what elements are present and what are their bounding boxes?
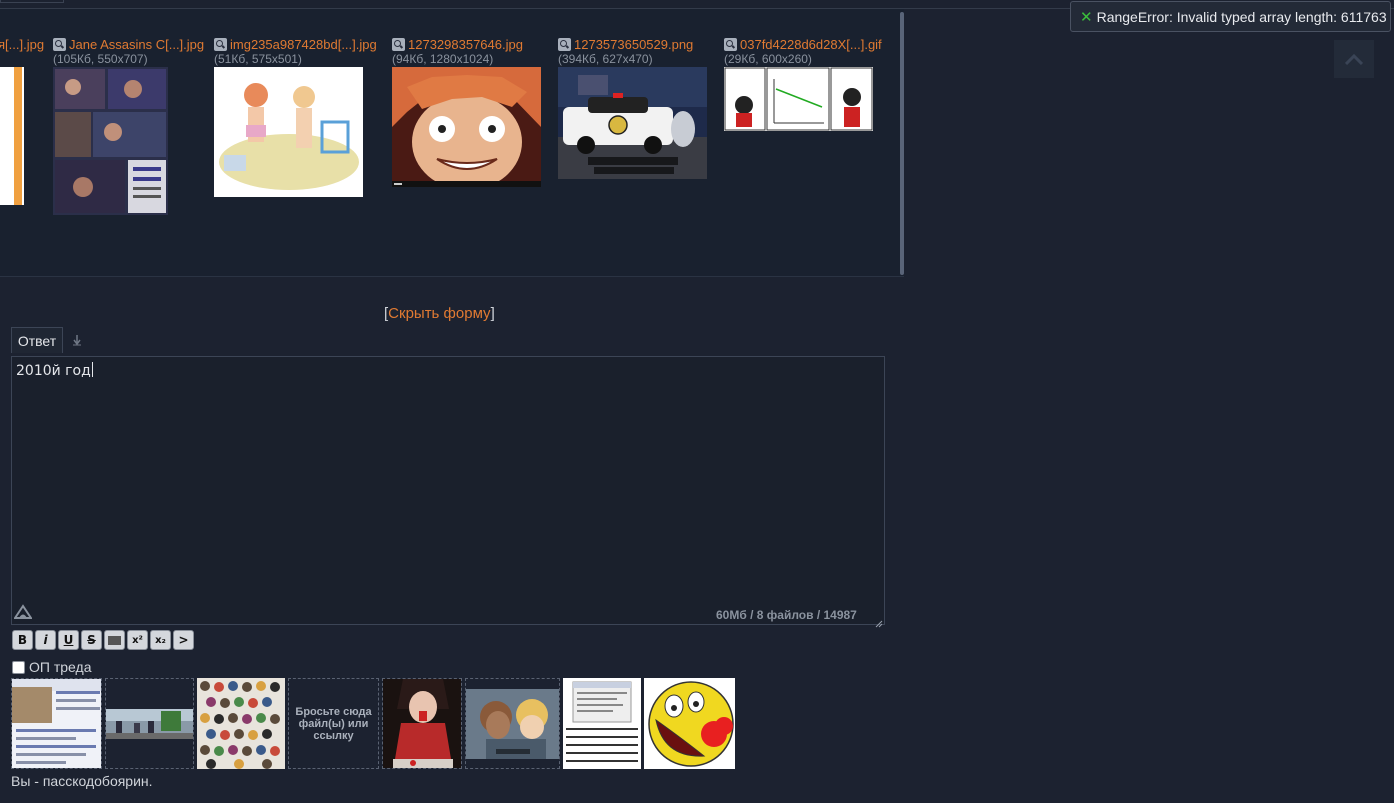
format-toolbar: B i U S x² x₂ > [12, 630, 194, 650]
drop-zone-text: Бросьте сюда файл(ы) или ссылку [295, 705, 372, 742]
underline-button[interactable]: U [58, 630, 79, 650]
upload-slot[interactable] [105, 678, 194, 769]
file-meta: (105Кб, 550x707) [53, 52, 148, 66]
anime-characters-thumbnail [466, 679, 559, 768]
upload-counter: 60Мб / 8 файлов / 14987 [716, 608, 857, 622]
file-item: img235a987428bd[...].jpg (51Кб, 575x501) [214, 36, 377, 197]
text-caret [91, 362, 93, 377]
upload-slot[interactable] [644, 678, 735, 769]
file-meta: (94Кб, 1280x1024) [392, 52, 494, 66]
police-car-cartoon-image [558, 67, 707, 179]
file-link[interactable]: 1273573650529.png [574, 37, 693, 52]
scroll-to-top-button[interactable] [1334, 40, 1374, 78]
file-link[interactable]: Jane Assasins C[...].jpg [69, 37, 204, 52]
expand-icon[interactable] [214, 37, 227, 51]
comic-strip-image [724, 67, 873, 131]
file-item: 1273573650529.png (394Кб, 627x470) [558, 36, 707, 179]
file-link[interactable]: 1273298357646.jpg [408, 37, 523, 52]
resize-handle-icon[interactable] [875, 615, 883, 628]
post-scrollbar[interactable] [900, 12, 904, 275]
reply-text: 2010й год [16, 363, 91, 379]
illustration-image [214, 67, 363, 197]
file-thumbnail[interactable] [0, 67, 24, 205]
reply-textarea[interactable]: 2010й год [11, 356, 885, 625]
awesome-face-thumbnail [644, 678, 735, 769]
hide-form-link[interactable]: Скрыть форму [388, 305, 490, 322]
file-item: Jane Assasins C[...].jpg (105Кб, 550x707… [53, 36, 204, 215]
file-link[interactable]: я[...].jpg [0, 36, 44, 52]
file-meta [0, 52, 44, 66]
tab-reply[interactable]: Ответ [11, 327, 63, 353]
upload-slot[interactable] [382, 678, 462, 769]
expand-icon[interactable] [558, 37, 571, 51]
file-link[interactable]: img235a987428bd[...].jpg [230, 37, 377, 52]
drop-zone[interactable]: Бросьте сюда файл(ы) или ссылку [288, 678, 379, 769]
italic-button[interactable]: i [35, 630, 56, 650]
file-thumbnail[interactable] [392, 67, 541, 187]
file-thumbnail[interactable] [53, 67, 168, 215]
file-link[interactable]: 037fd4228d6d28X[...].gif [740, 37, 882, 52]
op-checkbox-row: ОП треда [12, 659, 91, 675]
file-item: 1273298357646.jpg (94Кб, 1280x1024) [392, 36, 541, 187]
upload-slot[interactable] [197, 678, 285, 769]
file-item: 037fd4228d6d28X[...].gif (29Кб, 600x260) [724, 36, 882, 131]
subscript-button[interactable]: x₂ [150, 630, 171, 650]
error-message: RangeError: Invalid typed array length: … [1096, 8, 1387, 25]
crowd-characters-thumbnail [197, 678, 285, 769]
file-meta: (394Кб, 627x470) [558, 52, 653, 66]
comic-page-image [53, 67, 168, 215]
upload-slot[interactable] [563, 678, 641, 769]
expand-icon[interactable] [53, 37, 66, 51]
expand-icon[interactable] [392, 37, 405, 51]
passcode-status: Вы - пасскодобоярин. [11, 773, 153, 789]
screenshot-thumbnail [12, 679, 101, 768]
dark-anime-thumbnail [383, 679, 461, 768]
street-photo-thumbnail [106, 679, 193, 768]
top-tab-stub [0, 0, 64, 3]
op-checkbox[interactable] [12, 660, 25, 674]
upload-slot[interactable] [465, 678, 560, 769]
file-meta: (29Кб, 600x260) [724, 52, 812, 66]
file-thumbnail[interactable] [558, 67, 707, 179]
arrow-down-icon[interactable] [70, 333, 84, 347]
error-toast: ✕ RangeError: Invalid typed array length… [1070, 1, 1391, 32]
file-thumbnail[interactable] [214, 67, 363, 197]
close-icon[interactable]: ✕ [1080, 8, 1093, 26]
expand-icon[interactable] [724, 37, 737, 51]
bold-button[interactable]: B [12, 630, 33, 650]
upload-slots: Бросьте сюда файл(ы) или ссылку [11, 678, 735, 769]
chevron-up-icon [1345, 53, 1363, 65]
file-item: я[...].jpg [0, 36, 44, 205]
upload-slot[interactable] [11, 678, 102, 769]
spoiler-button[interactable] [104, 630, 125, 650]
op-checkbox-label[interactable]: ОП треда [29, 659, 91, 675]
file-meta: (51Кб, 575x501) [214, 52, 302, 66]
superscript-button[interactable]: x² [127, 630, 148, 650]
spoiler-triangle-icon[interactable] [13, 604, 33, 620]
katakana-chart-thumbnail [563, 678, 641, 769]
anime-face-image [392, 67, 541, 187]
file-thumbnail[interactable] [724, 67, 873, 131]
strike-button[interactable]: S [81, 630, 102, 650]
quote-button[interactable]: > [173, 630, 194, 650]
hide-form-toggle: [Скрыть форму] [384, 305, 495, 322]
